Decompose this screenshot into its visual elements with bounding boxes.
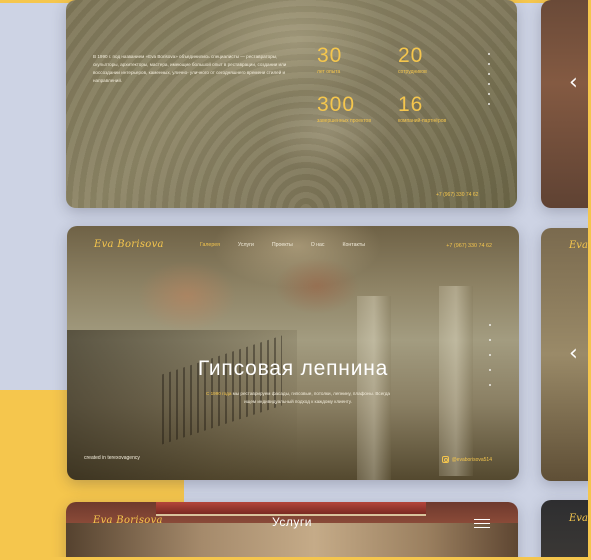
stat-label: сотрудников — [398, 69, 427, 75]
slider-dot[interactable] — [488, 63, 490, 65]
stats-card: В 1990 г. под названием «Eva Borisova» о… — [66, 0, 517, 208]
slider-dot[interactable] — [488, 73, 490, 75]
hero-subtitle: С 1990 года мы реставрируем фасады, гипс… — [203, 390, 393, 406]
stat-value: 20 — [398, 44, 424, 67]
phone-number[interactable]: +7 (967) 330 74 62 — [436, 192, 478, 198]
phone-number[interactable]: +7 (967) 330 74 62 — [446, 243, 492, 249]
decorative-ceiling — [156, 502, 426, 516]
instagram-handle: @evaborisova514 — [451, 456, 492, 463]
stat-employees: 20 сотрудников — [398, 44, 427, 75]
slider-dot[interactable] — [489, 354, 491, 356]
menu-icon[interactable] — [474, 519, 490, 528]
side-card-preview[interactable]: Eva ‹ — [541, 228, 591, 481]
logo[interactable]: Eva Borisova — [94, 239, 164, 250]
image-overlay — [66, 0, 517, 208]
nav-item-contacts[interactable]: Контакты — [343, 242, 365, 248]
slider-dot[interactable] — [489, 339, 491, 341]
hero-title: Гипсовая лепнина — [197, 357, 389, 380]
hero-card: Eva Borisova Галерея Услуги Проекты О на… — [67, 226, 519, 480]
stat-years: 30 лет опыта — [317, 44, 342, 75]
slider-dots[interactable] — [488, 53, 490, 105]
logo: Eva — [569, 240, 588, 251]
slider-dot[interactable] — [488, 93, 490, 95]
nav-item-about[interactable]: О нас — [311, 242, 325, 248]
stat-value: 300 — [317, 93, 356, 116]
nav-item-gallery[interactable]: Галерея — [200, 242, 220, 248]
hero-subtitle-highlight: С 1990 года — [206, 391, 232, 396]
decorative-pillar — [439, 286, 473, 476]
chevron-left-icon[interactable]: ‹ — [569, 70, 578, 95]
slider-dot[interactable] — [489, 324, 491, 326]
main-nav: Галерея Услуги Проекты О нас Контакты — [200, 242, 383, 248]
stat-projects: 300 завершенных проектов — [317, 93, 371, 124]
services-card: Eva Borisova Услуги — [66, 502, 518, 560]
stat-label: лет опыта — [317, 69, 341, 75]
logo: Eva — [569, 513, 588, 524]
side-card-preview[interactable]: Eva — [541, 500, 591, 560]
created-by-credit[interactable]: created in terexovagency — [84, 455, 140, 461]
instagram-icon — [441, 456, 449, 463]
stat-label: компаний-партнёров — [398, 118, 447, 124]
slider-dot[interactable] — [488, 103, 490, 105]
services-title: Услуги — [272, 515, 312, 529]
slider-dot[interactable] — [489, 384, 491, 386]
about-text: В 1990 г. под названием «Eva Borisova» о… — [93, 54, 287, 83]
nav-item-projects[interactable]: Проекты — [272, 242, 293, 248]
stat-value: 30 — [317, 44, 343, 67]
stat-value: 16 — [398, 93, 424, 116]
instagram-link[interactable]: @evaborisova514 — [441, 456, 492, 463]
chevron-left-icon[interactable]: ‹ — [569, 341, 578, 366]
decorative-pillar — [357, 296, 391, 480]
stat-partners: 16 компаний-партнёров — [398, 93, 446, 124]
hero-subtitle-text: мы реставрируем фасады, гипсовые, потолк… — [231, 391, 390, 404]
side-card-preview[interactable]: ‹ — [541, 0, 591, 208]
nav-item-services[interactable]: Услуги — [238, 242, 254, 248]
slider-dot[interactable] — [488, 83, 490, 85]
stat-label: завершенных проектов — [317, 118, 371, 124]
slider-dot[interactable] — [488, 53, 490, 55]
